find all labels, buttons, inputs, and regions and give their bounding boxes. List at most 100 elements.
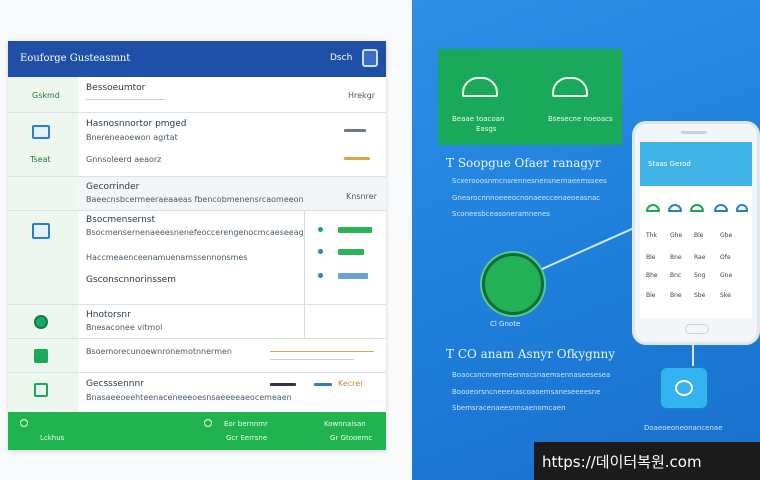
status-bar bbox=[338, 249, 364, 255]
table-row[interactable]: Gecorrinder Baeecnsbcermeeraeaaeas fbenc… bbox=[8, 177, 386, 211]
status-dot bbox=[318, 249, 323, 254]
dashboard-panel: Eouforge Gusteasmnt Dsch Gskmd Bessoeumt… bbox=[8, 41, 386, 450]
row-title: Hasnosnnortor pmged bbox=[86, 119, 187, 129]
status-bar bbox=[338, 227, 372, 233]
panel-footer: Lckhus Eor bernnmr Gcr Eerrsne Kownnaisa… bbox=[8, 412, 386, 450]
row-left-label: Tseat bbox=[30, 155, 51, 164]
status-bar bbox=[338, 273, 368, 279]
phone-screen: Staas Gerod Thk Ghe Ble Gbe Ble Bne Rae … bbox=[640, 142, 752, 318]
row-title: Hnotorsnr bbox=[86, 310, 131, 320]
table-cell: Ofe bbox=[720, 254, 731, 261]
row-underline bbox=[86, 99, 166, 100]
chat-bubble-icon[interactable] bbox=[659, 366, 709, 410]
progress-bar bbox=[344, 129, 366, 132]
row-left-label: Gskmd bbox=[32, 91, 60, 100]
table-cell: Gbe bbox=[720, 232, 733, 239]
column-divider bbox=[304, 305, 305, 339]
section-heading: T Soopgue Ofaer ranagyr bbox=[446, 156, 601, 170]
bubble-inner-icon bbox=[675, 380, 693, 396]
section-line: Scxerooosnmcnsrennesnensnernaeemssees bbox=[452, 177, 607, 185]
table-cell: Rae bbox=[694, 254, 706, 261]
table-cell: Sbe bbox=[694, 292, 706, 299]
row-icon-cell bbox=[8, 113, 78, 176]
section-line: Sbemsracenaeesnnsaenomcaen bbox=[452, 404, 566, 412]
status-dot bbox=[318, 273, 323, 278]
table-row[interactable]: Gecsssennnr Bnasaeeoeehteenaceneeeoesnsa… bbox=[8, 373, 386, 412]
section-line: Boaocsncnnermeennscsnaemsennaseesesea bbox=[452, 371, 611, 379]
row-title-2: Gsconscnnorinssem bbox=[86, 275, 176, 285]
list-icon bbox=[32, 223, 50, 239]
row-icon-cell bbox=[8, 177, 78, 210]
logo-label: Cl Gnote bbox=[490, 320, 521, 328]
row-right-label: Knsnrer bbox=[346, 192, 377, 201]
weather-icon bbox=[668, 204, 682, 212]
footer-item[interactable]: Eor bernnmr bbox=[224, 420, 268, 428]
table-cell: Thk bbox=[646, 232, 657, 239]
row-subtitle: Bnesaconee vitmol bbox=[86, 323, 163, 332]
row-subtitle: Bnasaeeoeehteenaceneeeoesnsaeeeeaeocemea… bbox=[86, 393, 292, 402]
row-subtitle: Bnereneaoewon agrtat bbox=[86, 133, 178, 142]
section-line: Boooeorsncneeenascoaoemsaneseeeesne bbox=[452, 388, 601, 396]
section-heading: T CO anam Asnyr Ofkygnny bbox=[446, 347, 616, 361]
footer-subitem: Gcr Eerrsne bbox=[226, 434, 268, 442]
brand-logo-icon bbox=[482, 253, 544, 315]
note-icon bbox=[34, 349, 48, 363]
footer-item[interactable]: Lckhus bbox=[40, 434, 64, 442]
phone-header: Staas Gerod bbox=[640, 142, 752, 186]
table-row[interactable]: Tseat Hasnosnnortor pmged Bnereneaoewon … bbox=[8, 113, 386, 177]
calendar-icon bbox=[34, 383, 48, 397]
table-cell: Bnc bbox=[670, 272, 682, 279]
status-bar bbox=[270, 383, 296, 386]
watermark-label: https://데이터복원.com bbox=[534, 442, 760, 480]
table-cell: Bne bbox=[670, 292, 682, 299]
table-row[interactable]: Gskmd Bessoeumtor Hrekgr bbox=[8, 77, 386, 113]
table-row[interactable]: Bsocmensernst Bsocmensernenaeeesnenefeoc… bbox=[8, 211, 386, 305]
table-row[interactable]: Bsoemorecunoewnronemotnnermen bbox=[8, 339, 386, 373]
row-detail: Haccmeaenceenamuenamssennonsmes bbox=[86, 253, 248, 262]
column-divider bbox=[304, 211, 305, 305]
phone-home-button bbox=[685, 324, 709, 334]
status-dot bbox=[318, 227, 323, 232]
table-cell: Ble bbox=[646, 254, 656, 261]
weather-icon bbox=[714, 204, 728, 212]
cloud-icon bbox=[462, 77, 498, 97]
row-title: Bsocmensernst bbox=[86, 215, 156, 225]
row-title: Bsoemorecunoewnronemotnnermen bbox=[86, 347, 232, 356]
weather-icon bbox=[646, 204, 660, 212]
row-title: Gecsssennnr bbox=[86, 379, 144, 389]
card-sublabel: Easgs bbox=[476, 125, 497, 133]
row-title: Bessoeumtor bbox=[86, 83, 146, 93]
table-cell: Bne bbox=[670, 254, 682, 261]
profile-icon[interactable] bbox=[362, 49, 378, 67]
phone-title: Staas Gerod bbox=[648, 160, 691, 168]
phone-speaker bbox=[681, 131, 707, 134]
table-cell: Ble bbox=[694, 232, 704, 239]
status-bar bbox=[314, 383, 332, 386]
table-row[interactable]: Hnotorsnr Bnesaconee vitmol bbox=[8, 305, 386, 339]
panel-title: Eouforge Gusteasmnt bbox=[20, 53, 131, 64]
phone-mockup: Staas Gerod Thk Ghe Ble Gbe Ble Bne Rae … bbox=[632, 121, 760, 345]
weather-icon bbox=[690, 204, 704, 212]
row-progress-line bbox=[270, 351, 374, 352]
card-label: Bsesecne noeoacs bbox=[548, 115, 613, 123]
footer-item[interactable]: Kownnaisan bbox=[324, 420, 366, 428]
monitor-icon bbox=[32, 125, 50, 139]
table-cell: Ske bbox=[720, 292, 731, 299]
table-cell: Ghe bbox=[670, 232, 683, 239]
panel-code: Dsch bbox=[330, 53, 353, 63]
bubble-caption: Doaeoeoneonancenae bbox=[644, 424, 723, 432]
section-line: Gnearocnnnoeeeocnonaeeccenaeoeasnac bbox=[452, 194, 601, 202]
footer-subitem: Gr Gtooemc bbox=[330, 434, 373, 442]
table-cell: Sng bbox=[694, 272, 706, 279]
cloud-icon bbox=[552, 77, 588, 97]
table-cell: Gne bbox=[720, 272, 733, 279]
row-subtitle: Baeecnsbcermeeraeaaeas fbencobmenensrcao… bbox=[86, 195, 304, 204]
section-line: Sconeesbceasoneramnenes bbox=[452, 210, 550, 218]
feature-card[interactable]: Beaae toacoan Easgs Bsesecne noeoacs bbox=[438, 49, 622, 145]
row-right-label: Hrekgr bbox=[348, 91, 376, 100]
info-icon[interactable] bbox=[20, 419, 28, 427]
settings-icon[interactable] bbox=[204, 419, 212, 427]
table-cell: Bhe bbox=[646, 272, 658, 279]
row-progress-line bbox=[270, 359, 354, 360]
panel-header: Eouforge Gusteasmnt Dsch bbox=[8, 41, 386, 77]
